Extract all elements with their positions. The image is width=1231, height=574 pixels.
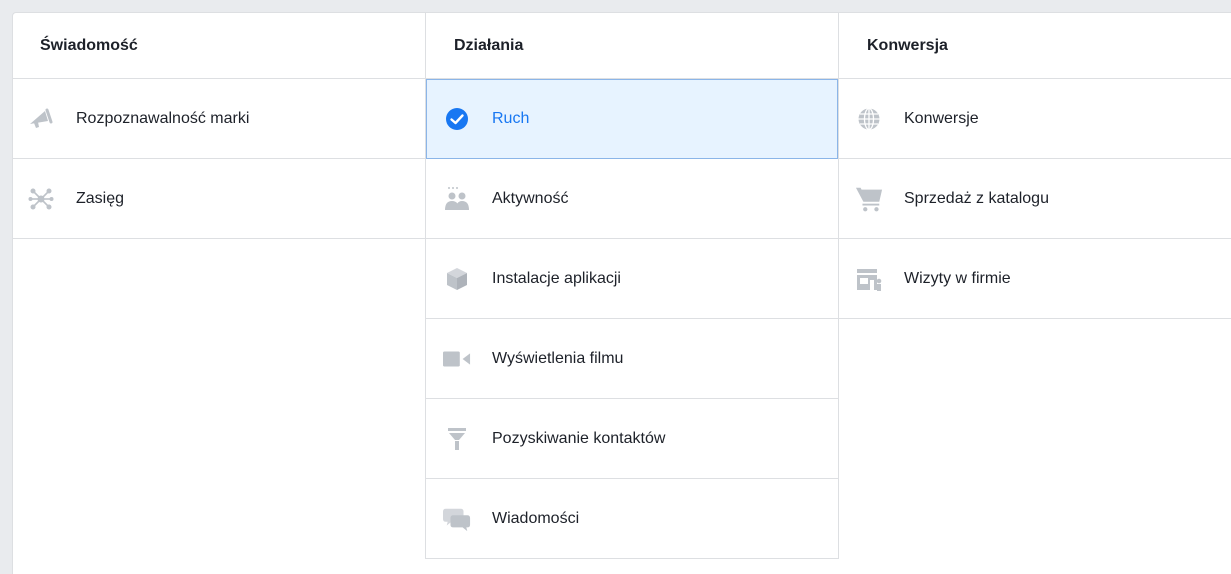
objective-label: Wyświetlenia filmu (492, 349, 624, 367)
objective-label: Pozyskiwanie kontaktów (492, 429, 666, 447)
objective-label: Zasięg (76, 189, 125, 207)
storefront-icon (855, 265, 883, 293)
video-camera-icon (443, 345, 471, 373)
objective-brand-awareness[interactable]: Rozpoznawalność marki (13, 79, 425, 159)
objective-label: Rozpoznawalność marki (76, 109, 250, 127)
objective-label: Ruch (492, 109, 530, 127)
column-header-conversion: Konwersja (839, 13, 1231, 79)
objective-reach[interactable]: Zasięg (13, 159, 425, 239)
objective-messages[interactable]: Wiadomości (426, 479, 838, 558)
globe-icon (855, 105, 883, 133)
objective-label: Konwersje (904, 109, 979, 127)
shopping-cart-icon (855, 185, 883, 213)
objective-label: Sprzedaż z katalogu (904, 189, 1049, 207)
chat-bubbles-icon (443, 505, 471, 533)
objective-catalog-sales[interactable]: Sprzedaż z katalogu (839, 159, 1231, 239)
people-icon (443, 185, 471, 213)
check-circle-icon (443, 105, 471, 133)
objective-traffic[interactable]: Ruch (426, 79, 838, 159)
objective-app-installs[interactable]: Instalacje aplikacji (426, 239, 838, 319)
column-header-awareness: Świadomość (13, 13, 425, 79)
objective-engagement[interactable]: Aktywność (426, 159, 838, 239)
column-awareness: Świadomość Rozpoznawalność marki Zasięg (13, 13, 425, 574)
column-conversion: Konwersja Konwersje Sprzedaż z katalogu … (839, 13, 1231, 574)
objective-lead-generation[interactable]: Pozyskiwanie kontaktów (426, 399, 838, 479)
objective-conversions[interactable]: Konwersje (839, 79, 1231, 159)
objective-store-visits[interactable]: Wizyty w firmie (839, 239, 1231, 319)
objectives-panel: Świadomość Rozpoznawalność marki Zasięg … (12, 12, 1231, 574)
objective-label: Wiadomości (492, 509, 580, 527)
funnel-icon (443, 425, 471, 453)
app-box-icon (443, 265, 471, 293)
megaphone-icon (27, 105, 55, 133)
objective-label: Aktywność (492, 189, 569, 207)
column-consideration: Działania Ruch Aktywność Instalacje apli… (425, 13, 839, 559)
objective-video-views[interactable]: Wyświetlenia filmu (426, 319, 838, 399)
objective-label: Wizyty w firmie (904, 269, 1011, 287)
column-header-consideration: Działania (426, 13, 838, 79)
reach-network-icon (27, 185, 55, 213)
objective-label: Instalacje aplikacji (492, 269, 621, 287)
